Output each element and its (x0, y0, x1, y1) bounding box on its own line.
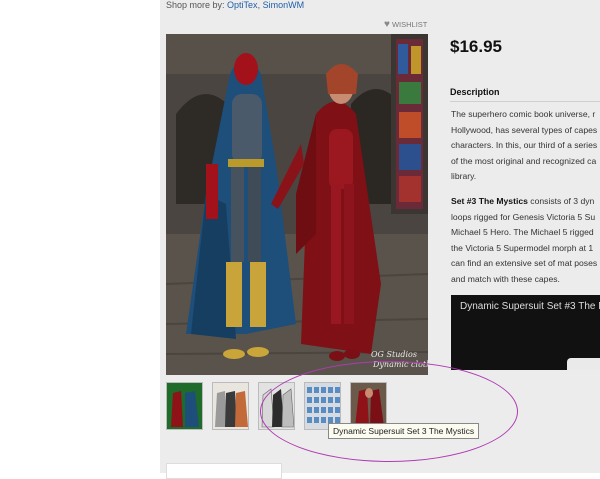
product-price: $16.95 (450, 37, 502, 56)
thumbnail-3-image (259, 383, 294, 429)
wishlist-button[interactable]: ♥ WISHLIST (384, 19, 428, 30)
left-blank-area (0, 0, 160, 473)
thumbnail-tooltip: Dynamic Supersuit Set 3 The Mystics (328, 423, 480, 439)
video-player[interactable]: Dynamic Supersuit Set #3 The M (451, 295, 600, 370)
thumbnail-1[interactable] (166, 382, 203, 430)
description-line: of the most original and recognized ca (451, 155, 597, 166)
bottom-panel (166, 463, 282, 479)
video-title: Dynamic Supersuit Set #3 The M (460, 301, 600, 312)
set-description-line: loops rigged for Genesis Victoria 5 Su (451, 211, 596, 222)
set-description-first-line: Set #3 The Mystics consists of 3 dyn (451, 194, 600, 210)
shop-more-by: Shop more by: OptiTex, SimonWM (166, 0, 304, 10)
description-line: Hollywood, has several types of capes (451, 124, 598, 135)
set-description-line: Michael 5 Hero. The Michael 5 rigged (451, 227, 594, 238)
wishlist-label: WISHLIST (391, 20, 428, 29)
set-description-line: the Victoria 5 Supermodel morph at 1 (451, 242, 594, 253)
description-text: The superhero comic book universe, r Hol… (451, 107, 600, 288)
vendor-link-optitex[interactable]: OptiTex (227, 0, 258, 10)
video-play-button[interactable] (567, 358, 600, 370)
set-description-line: and match with these capes. (451, 273, 560, 284)
watermark-line-2: Dynamic cloth (372, 360, 428, 369)
set-description-line: can find an extensive set of mat poses (451, 258, 598, 269)
thumbnail-1-image (167, 383, 202, 429)
set-label: Set #3 The Mystics (451, 195, 528, 206)
product-main-image[interactable]: OG Studios Dynamic cloth (166, 34, 428, 375)
description-line: library. (451, 171, 477, 182)
vendor-separator: , (257, 0, 261, 10)
description-divider (450, 101, 600, 102)
thumbnail-2-image (213, 383, 248, 429)
watermark-line-1: OG Studios (371, 350, 417, 359)
heart-icon: ♥ (384, 19, 390, 30)
product-render: OG Studios Dynamic cloth (166, 34, 428, 375)
thumbnail-2[interactable] (212, 382, 249, 430)
thumbnail-3[interactable] (258, 382, 295, 430)
description-line: The superhero comic book universe, r (451, 109, 596, 119)
set-first-line-rest: consists of 3 dyn (527, 195, 595, 206)
vendor-link-simonwm[interactable]: SimonWM (263, 0, 305, 10)
shop-more-label: Shop more by: (166, 0, 225, 10)
description-line: characters. In this, our third of a seri… (451, 140, 598, 151)
description-heading: Description (450, 87, 500, 97)
